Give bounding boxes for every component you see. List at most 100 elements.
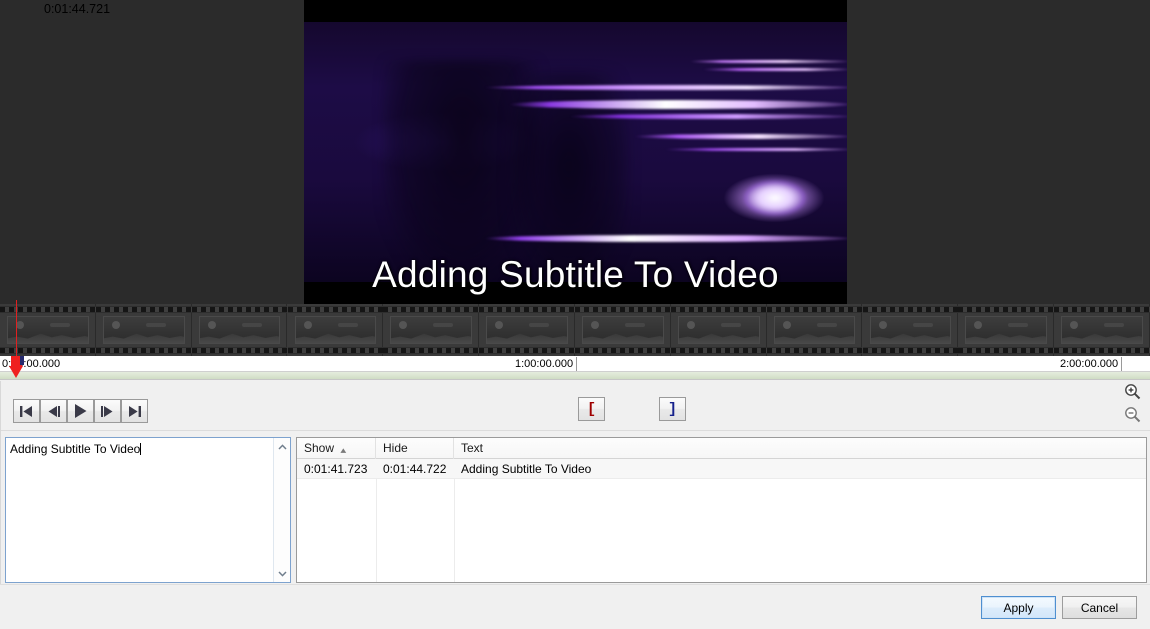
step-forward-icon — [101, 406, 114, 417]
ruler-tick — [1121, 357, 1122, 371]
neon-streak — [702, 68, 847, 71]
film-sprockets-bottom — [192, 347, 288, 354]
film-sprockets-bottom — [96, 347, 192, 354]
thumbnail-cloud — [721, 323, 741, 327]
thumbnail-cloud — [817, 323, 837, 327]
apply-button[interactable]: Apply — [981, 596, 1056, 619]
filmstrip-frame[interactable] — [575, 304, 671, 356]
subtitle-text-editor[interactable]: Adding Subtitle To Video — [5, 437, 291, 583]
thumbnail-mountain — [295, 329, 377, 344]
film-sprockets-top — [0, 306, 96, 313]
set-hide-time-button[interactable]: ] — [659, 397, 686, 421]
filmstrip-frame[interactable] — [1054, 304, 1150, 356]
thumbnail-sun — [1070, 321, 1078, 329]
neon-streak — [569, 114, 847, 119]
filmstrip-thumbnail — [774, 316, 856, 344]
table-header-row: Show ▴ Hide Text — [297, 438, 1146, 459]
filmstrip-frame[interactable] — [958, 304, 1054, 356]
thumbnail-cloud — [146, 323, 166, 327]
ruler-tick — [576, 357, 577, 371]
skip-to-start-button[interactable] — [13, 399, 40, 423]
thumbnail-cloud — [50, 323, 70, 327]
scroll-down-button[interactable] — [274, 565, 291, 582]
video-frame[interactable]: Adding Subtitle To Video — [304, 0, 847, 304]
filmstrip-frame[interactable] — [0, 304, 96, 356]
film-sprockets-top — [192, 306, 288, 313]
film-sprockets-top — [288, 306, 384, 313]
thumbnail-mountain — [965, 329, 1047, 344]
zoom-in-button[interactable] — [1122, 383, 1142, 403]
bracket-close-icon: ] — [668, 401, 677, 418]
filmstrip-frame[interactable] — [479, 304, 575, 356]
zoom-in-icon — [1124, 383, 1141, 403]
filmstrip-thumbnail — [7, 316, 89, 344]
filmstrip-frame[interactable] — [96, 304, 192, 356]
filmstrip-thumbnail — [678, 316, 760, 344]
step-back-icon — [47, 406, 60, 417]
transport-bar — [0, 381, 1150, 431]
film-sprockets-bottom — [479, 347, 575, 354]
filmstrip-frame[interactable] — [192, 304, 288, 356]
neon-glow-dot — [744, 180, 806, 216]
step-forward-button[interactable] — [94, 399, 121, 423]
video-preview-area: Adding Subtitle To Video — [0, 0, 1150, 304]
thumbnail-mountain — [678, 329, 760, 344]
scroll-up-button[interactable] — [274, 438, 291, 455]
thumbnail-mountain — [774, 329, 856, 344]
column-header-hide[interactable]: Hide — [376, 438, 454, 459]
cancel-button[interactable]: Cancel — [1062, 596, 1137, 619]
thumbnail-sun — [974, 321, 982, 329]
playhead-handle[interactable] — [9, 356, 24, 378]
filmstrip-thumbnail — [390, 316, 472, 344]
thumbnail-sun — [208, 321, 216, 329]
play-icon — [74, 404, 87, 418]
film-sprockets-top — [383, 306, 479, 313]
thumbnail-mountain — [1061, 329, 1143, 344]
filmstrip-frame[interactable] — [671, 304, 767, 356]
thumbnail-sun — [16, 321, 24, 329]
filmstrip-track[interactable] — [0, 304, 1150, 356]
zoom-out-button[interactable] — [1122, 406, 1142, 426]
bracket-open-icon: [ — [587, 401, 596, 418]
film-sprockets-top — [575, 306, 671, 313]
thumbnail-cloud — [1104, 323, 1124, 327]
film-sprockets-bottom — [1054, 347, 1150, 354]
sort-ascending-icon: ▴ — [340, 440, 346, 461]
chevron-down-icon — [278, 571, 287, 577]
film-sprockets-top — [96, 306, 192, 313]
film-sprockets-bottom — [958, 347, 1054, 354]
filmstrip-frame[interactable] — [383, 304, 479, 356]
panel-left-edge — [0, 381, 1, 584]
neon-streak — [484, 85, 847, 90]
filmstrip-thumbnail — [582, 316, 664, 344]
thumbnail-mountain — [870, 329, 952, 344]
column-header-text[interactable]: Text — [454, 438, 1146, 459]
playhead-handle-accent — [20, 356, 24, 365]
timeline-progress-bar[interactable] — [0, 372, 1150, 380]
play-button[interactable] — [67, 399, 94, 423]
filmstrip-frame[interactable] — [288, 304, 384, 356]
thumbnail-sun — [304, 321, 312, 329]
film-sprockets-top — [1054, 306, 1150, 313]
filmstrip-frame[interactable] — [767, 304, 863, 356]
editor-scrollbar[interactable] — [273, 438, 290, 582]
dialog-footer — [0, 584, 1150, 629]
set-show-time-button[interactable]: [ — [578, 397, 605, 421]
step-backward-button[interactable] — [40, 399, 67, 423]
column-header-text-label: Text — [461, 441, 483, 455]
table-row[interactable]: 0:01:41.723 0:01:44.722 Adding Subtitle … — [297, 459, 1146, 479]
filmstrip-thumbnail — [870, 316, 952, 344]
filmstrip-thumbnail — [486, 316, 568, 344]
column-header-show[interactable]: Show ▴ — [297, 438, 376, 459]
filmstrip-thumbnail — [199, 316, 281, 344]
subtitle-editor-dialog: Adding Subtitle To Video 0:00:00.0001:00… — [0, 0, 1150, 629]
timeline-ruler[interactable]: 0:00:00.0001:00:00.0002:00:00.000 — [0, 356, 1150, 372]
skip-to-end-button[interactable] — [121, 399, 148, 423]
thumbnail-sun — [591, 321, 599, 329]
filmstrip-thumbnail — [295, 316, 377, 344]
film-sprockets-top — [671, 306, 767, 313]
cell-hide: 0:01:44.722 — [376, 459, 454, 479]
film-sprockets-top — [767, 306, 863, 313]
film-sprockets-bottom — [383, 347, 479, 354]
filmstrip-frame[interactable] — [863, 304, 959, 356]
